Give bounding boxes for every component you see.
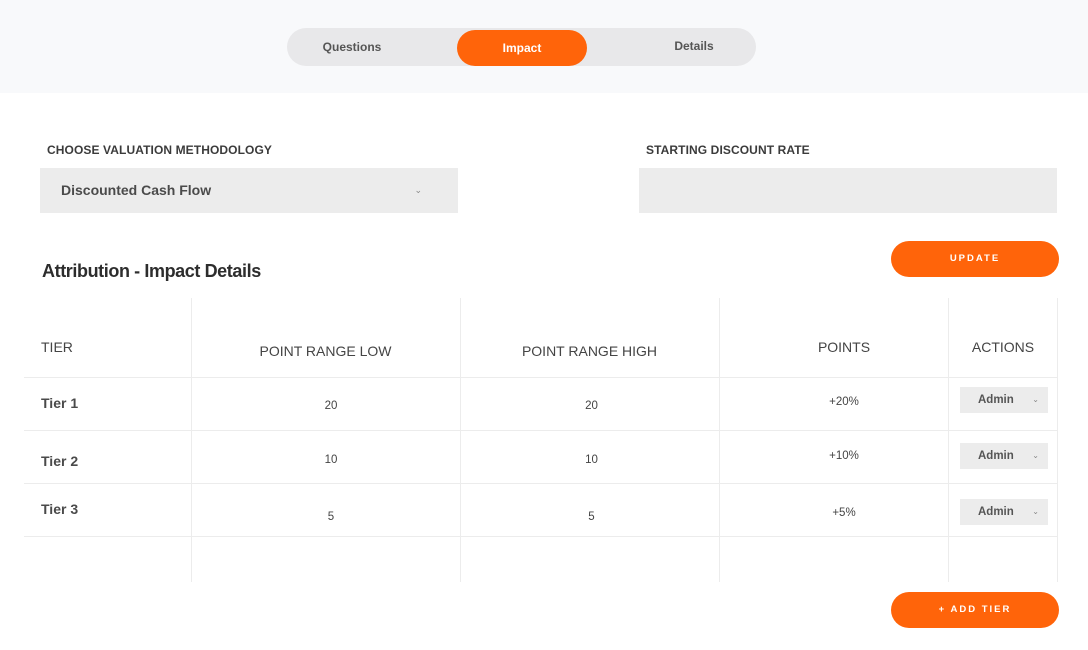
actions-dropdown-label: Admin — [978, 506, 1014, 518]
tab-details[interactable]: Details — [629, 27, 759, 65]
point-range-low: 5 — [327, 511, 335, 523]
column-header-point-range-low: POINT RANGE LOW — [259, 343, 392, 359]
point-range-low: 20 — [324, 400, 338, 412]
points-value: +20% — [829, 396, 859, 408]
methodology-label: CHOOSE VALUATION METHODOLOGY — [47, 143, 273, 157]
row-divider — [24, 430, 1058, 431]
chevron-down-icon: ⌄ — [1032, 451, 1039, 460]
column-divider — [191, 298, 192, 582]
points-value: +10% — [829, 450, 859, 462]
point-range-high: 10 — [585, 454, 598, 466]
tier-name: Tier 1 — [41, 395, 79, 411]
tier-name: Tier 3 — [41, 501, 79, 517]
tab-switcher: Questions Impact Details — [287, 28, 756, 66]
point-range-high: 20 — [585, 400, 598, 412]
column-header-tier: TIER — [41, 339, 73, 355]
row-divider — [24, 483, 1058, 484]
column-header-points: POINTS — [817, 339, 871, 355]
row-divider — [24, 377, 1058, 378]
point-range-low: 10 — [324, 454, 338, 466]
update-button[interactable]: UPDATE — [891, 241, 1059, 277]
tab-impact[interactable]: Impact — [457, 30, 587, 66]
actions-dropdown[interactable]: Admin ⌄ — [960, 499, 1048, 525]
methodology-select[interactable]: Discounted Cash Flow ⌄ — [40, 168, 458, 213]
row-divider — [24, 536, 1058, 537]
point-range-high: 5 — [588, 511, 595, 523]
column-header-actions: ACTIONS — [971, 339, 1035, 355]
actions-dropdown-label: Admin — [978, 394, 1014, 406]
chevron-down-icon: ⌄ — [414, 185, 422, 195]
points-value: +5% — [832, 507, 856, 519]
tier-name: Tier 2 — [41, 453, 79, 469]
column-header-point-range-high: POINT RANGE HIGH — [521, 343, 658, 359]
section-title: Attribution - Impact Details — [42, 261, 261, 281]
actions-dropdown[interactable]: Admin ⌄ — [960, 387, 1048, 413]
discount-rate-input[interactable] — [639, 168, 1057, 213]
methodology-value: Discounted Cash Flow — [61, 182, 212, 198]
tab-questions[interactable]: Questions — [287, 28, 417, 66]
discount-rate-label: STARTING DISCOUNT RATE — [646, 143, 810, 157]
column-divider — [719, 298, 720, 582]
add-tier-button[interactable]: + ADD TIER — [891, 592, 1059, 628]
actions-dropdown[interactable]: Admin ⌄ — [960, 443, 1048, 469]
chevron-down-icon: ⌄ — [1032, 395, 1039, 404]
actions-dropdown-label: Admin — [978, 450, 1014, 462]
chevron-down-icon: ⌄ — [1032, 507, 1039, 516]
column-divider — [460, 298, 461, 582]
